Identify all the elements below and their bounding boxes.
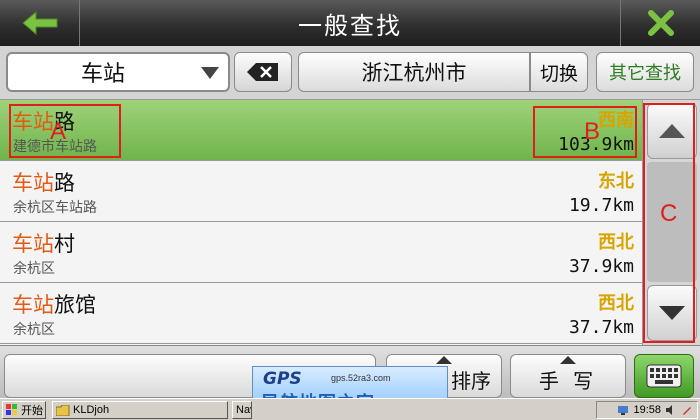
tray-pen-icon[interactable] xyxy=(681,404,693,416)
city-selector[interactable]: 浙江杭州市 xyxy=(298,52,530,92)
handwrite-button[interactable]: 手 写 xyxy=(510,354,626,398)
result-direction: 东北 xyxy=(598,171,634,192)
result-distance: 19.7km xyxy=(568,195,634,216)
result-address: 余杭区 xyxy=(13,322,55,338)
app-window: 一般查找 车站 浙江杭州市 切换 其它查找 车站路 建德市车站路 西南 103.… xyxy=(0,0,700,398)
close-button[interactable] xyxy=(620,0,700,46)
annotation-label-a: A xyxy=(50,118,67,145)
backspace-icon xyxy=(247,63,278,81)
backspace-button[interactable] xyxy=(234,52,292,92)
other-search-button[interactable]: 其它查找 xyxy=(596,52,694,92)
watermark-logo: GPS gps.52ra3.com 导航地图之家 xyxy=(252,366,448,398)
keyword-input[interactable]: 车站 xyxy=(6,52,230,92)
back-button[interactable] xyxy=(0,0,80,46)
clock: 19:58 xyxy=(633,404,661,416)
arrow-up-icon xyxy=(436,356,452,364)
tray-network-icon[interactable] xyxy=(617,404,629,416)
task-label: Nav xyxy=(236,404,251,416)
result-address: 余杭区车站路 xyxy=(13,200,97,216)
close-x-icon xyxy=(647,10,674,36)
taskbar-item-nav[interactable]: Nav xyxy=(232,401,252,419)
task-label: KLDjoh xyxy=(73,404,110,416)
dropdown-triangle-icon[interactable] xyxy=(200,66,220,80)
result-name: 车站村 xyxy=(12,232,75,256)
keyword-text: 车站 xyxy=(80,62,125,87)
keyboard-icon xyxy=(646,364,682,388)
result-row-2[interactable]: 车站路 余杭区车站路 东北 19.7km xyxy=(0,161,642,222)
result-name: 车站路 xyxy=(12,171,75,195)
result-distance: 37.7km xyxy=(568,317,634,338)
result-direction: 西北 xyxy=(598,232,634,253)
folder-icon xyxy=(56,404,70,416)
result-address: 余杭区 xyxy=(13,261,55,277)
switch-city-button[interactable]: 切换 xyxy=(530,52,588,92)
logo-url-text: gps.52ra3.com xyxy=(331,373,391,383)
annotation-label-c: C xyxy=(660,200,678,227)
sort-label: 排序 xyxy=(451,369,491,393)
back-arrow-icon xyxy=(21,10,57,36)
result-row-3[interactable]: 车站村 余杭区 西北 37.9km xyxy=(0,222,642,283)
logo-cn-text: 导航地图之家 xyxy=(261,389,375,398)
result-row-4[interactable]: 车站旅馆 余杭区 西北 37.7km xyxy=(0,283,642,344)
page-title: 一般查找 xyxy=(298,11,402,40)
system-tray: 19:58 xyxy=(596,401,698,419)
windows-logo-icon xyxy=(6,404,17,415)
annotation-label-b: B xyxy=(584,118,601,145)
logo-gps-text: GPS xyxy=(263,369,302,389)
taskbar-item-kldjoh[interactable]: KLDjoh xyxy=(52,401,228,419)
tray-volume-icon[interactable] xyxy=(665,404,677,416)
search-row: 车站 浙江杭州市 切换 其它查找 xyxy=(0,46,700,100)
result-direction: 西北 xyxy=(598,293,634,314)
os-taskbar: 开始 KLDjoh Nav 19:58 xyxy=(0,398,700,420)
handwrite-label: 手 写 xyxy=(538,369,598,393)
result-name: 车站旅馆 xyxy=(12,293,96,317)
arrow-up-icon xyxy=(560,356,576,364)
result-distance: 37.9km xyxy=(568,256,634,277)
title-bar: 一般查找 xyxy=(0,0,700,46)
start-label: 开始 xyxy=(21,405,43,417)
start-button[interactable]: 开始 xyxy=(2,401,46,419)
keyboard-button[interactable] xyxy=(634,354,694,398)
